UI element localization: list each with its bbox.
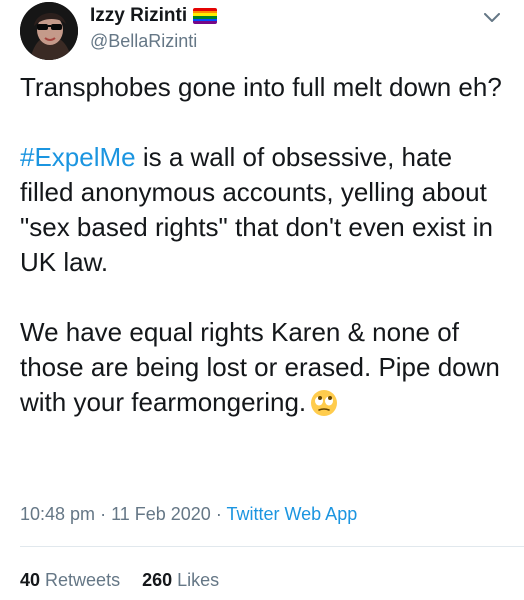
- meta-separator: ·: [95, 504, 112, 524]
- likes-label: Likes: [172, 570, 220, 590]
- likes-count: 260: [142, 570, 173, 590]
- retweets-label: Retweets: [40, 570, 121, 590]
- hashtag-link[interactable]: #ExpelMe: [20, 142, 136, 172]
- eye-roll-emoji-icon: [310, 389, 338, 417]
- divider: [20, 546, 524, 547]
- avatar[interactable]: [20, 2, 78, 60]
- tweet-paragraph-2: #ExpelMe is a wall of obsessive, hate fi…: [20, 140, 504, 280]
- tweet-stats: 40 Retweets 260 Likes: [20, 570, 219, 591]
- rainbow-flag-icon: [193, 8, 218, 24]
- tweet-text: Transphobes gone into full melt down eh?…: [20, 70, 504, 420]
- retweets-stat[interactable]: 40 Retweets: [20, 570, 120, 590]
- display-name[interactable]: Izzy Rizinti: [90, 5, 187, 27]
- tweet-meta: 10:48 pm · 11 Feb 2020 · Twitter Web App: [20, 504, 357, 525]
- author-names: Izzy Rizinti @BellaRizinti: [90, 4, 218, 52]
- tweet-paragraph-1: Transphobes gone into full melt down eh?: [20, 72, 502, 102]
- retweets-count: 40: [20, 570, 41, 590]
- display-name-row: Izzy Rizinti: [90, 4, 218, 28]
- tweet-paragraph-3: We have equal rights Karen & none of tho…: [20, 315, 504, 420]
- tweet-header: Izzy Rizinti @BellaRizinti: [20, 0, 504, 64]
- likes-stat[interactable]: 260 Likes: [142, 570, 219, 590]
- user-handle[interactable]: @BellaRizinti: [90, 31, 217, 52]
- tweet-source-link[interactable]: Twitter Web App: [226, 504, 357, 524]
- tweet-paragraph-3-text: We have equal rights Karen & none of tho…: [20, 317, 500, 417]
- chevron-down-icon[interactable]: [480, 6, 504, 30]
- avatar-image: [20, 2, 78, 60]
- tweet-card: Izzy Rizinti @BellaRizinti Transphobes g…: [0, 0, 524, 600]
- meta-separator: ·: [210, 504, 227, 524]
- tweet-time[interactable]: 10:48 pm: [20, 504, 95, 524]
- tweet-date[interactable]: 11 Feb 2020: [111, 504, 211, 524]
